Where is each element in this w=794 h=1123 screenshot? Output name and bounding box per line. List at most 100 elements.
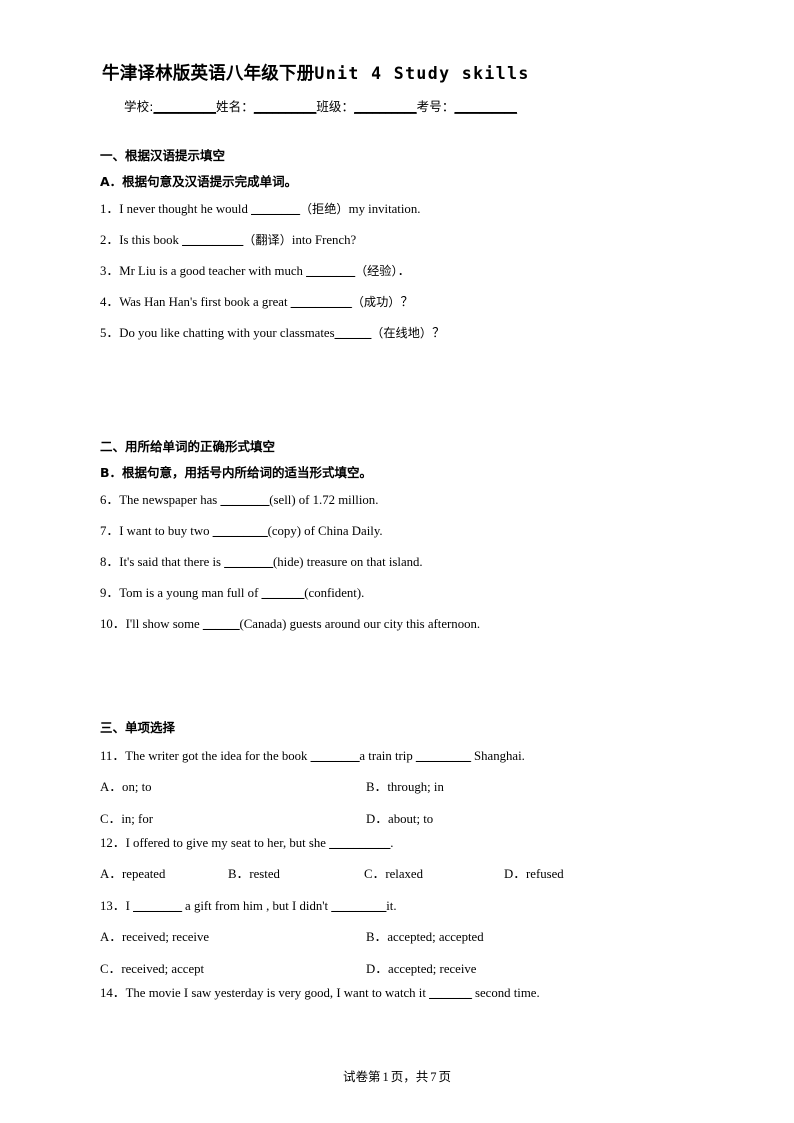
answer-blank[interactable]: __________ (182, 233, 243, 247)
footer-middle: 页，共 (390, 1069, 429, 1084)
question-number: 14． (100, 986, 126, 1000)
word-hint: (Canada) (239, 617, 287, 631)
question-text-tail: second time. (471, 986, 540, 1000)
question-text-tail: ？ (432, 326, 445, 340)
option-d[interactable]: D．refused (504, 866, 564, 883)
answer-blank-1[interactable]: __________ (329, 836, 390, 850)
question-text-mid: a gift from him , but I didn't (181, 899, 332, 913)
question-number: 4． (100, 295, 120, 309)
word-hint: (sell) (269, 493, 296, 507)
question-text: I want to buy two (119, 524, 213, 538)
question-text-tail: guests around our city this afternoon. (286, 617, 481, 631)
answer-blank[interactable]: ________ (251, 202, 300, 216)
question-text-tail: of 1.72 million. (295, 493, 379, 507)
question-text-tail: my invitation. (348, 202, 421, 216)
question-12: 12．I offered to give my seat to her, but… (96, 835, 698, 852)
exam-number-blank[interactable]: __________ (454, 99, 517, 114)
option-text: accepted; receive (388, 962, 477, 976)
option-text: rested (249, 867, 280, 881)
option-key: B． (228, 867, 250, 881)
answer-blank[interactable]: ________ (224, 555, 273, 569)
question-number: 3． (100, 264, 120, 278)
question-text-mid: a train trip (359, 749, 416, 763)
question-6: 6．The newspaper has ________(sell) of 1.… (96, 492, 698, 509)
answer-blank[interactable]: _________ (213, 524, 268, 538)
answer-blank[interactable]: __________ (291, 295, 352, 309)
class-blank[interactable]: __________ (354, 99, 417, 114)
question-number: 6． (100, 493, 120, 507)
option-b[interactable]: B．rested (228, 866, 280, 883)
question-text: It's said that there is (119, 555, 225, 569)
option-key: A． (100, 867, 123, 881)
answer-blank[interactable]: ______ (203, 617, 240, 631)
question-number: 1． (100, 202, 120, 216)
option-c[interactable]: C．relaxed (364, 866, 423, 883)
question-8: 8．It's said that there is ________(hide)… (96, 554, 698, 571)
answer-blank-2[interactable]: _________ (331, 899, 386, 913)
question-text: The newspaper has (119, 493, 221, 507)
name-blank[interactable]: __________ (254, 99, 317, 114)
exam-number-label: 考号： (416, 99, 455, 114)
answer-blank-1[interactable]: ________ (311, 749, 360, 763)
option-text: relaxed (385, 867, 423, 881)
option-a[interactable]: A．received; receive (100, 929, 209, 946)
question-text: Do you like chatting with your classmate… (119, 326, 335, 340)
option-a[interactable]: A．repeated (100, 866, 165, 883)
answer-blank[interactable]: ______ (335, 326, 372, 340)
question-number: 5． (100, 326, 120, 340)
answer-blank[interactable]: ________ (220, 493, 269, 507)
option-c[interactable]: C．received; accept (100, 961, 204, 978)
option-key: C． (100, 812, 122, 826)
footer-prefix: 试卷第 (342, 1069, 381, 1084)
answer-blank-1[interactable]: ________ (133, 899, 182, 913)
option-text: refused (526, 867, 564, 881)
question-text: I never thought he would (119, 202, 252, 216)
question-text-tail: . (361, 586, 365, 600)
section-heading-3: 三、单项选择 (100, 720, 176, 735)
answer-blank[interactable]: ________ (306, 264, 355, 278)
option-key: B． (366, 930, 388, 944)
word-hint: (copy) (267, 524, 301, 538)
question-3: 3．Mr Liu is a good teacher with much ___… (96, 263, 698, 280)
footer-suffix: 页 (438, 1069, 452, 1084)
question-text: Was Han Han's first book a great (119, 295, 291, 309)
option-a[interactable]: A．on; to (100, 779, 152, 796)
option-text: in; for (121, 812, 153, 826)
question-number: 7． (100, 524, 120, 538)
question-text-tail: ？ (400, 295, 414, 309)
question-text: I'll show some (125, 617, 203, 631)
school-blank[interactable]: __________ (154, 99, 217, 114)
chinese-hint: （拒绝） (299, 202, 349, 216)
option-key: D． (504, 867, 527, 881)
option-key: C． (100, 962, 122, 976)
class-label: 班级： (316, 99, 355, 114)
question-number: 8． (100, 555, 120, 569)
option-b[interactable]: B．accepted; accepted (366, 929, 484, 946)
answer-blank[interactable]: _______ (262, 586, 305, 600)
chinese-hint: （经验） (354, 264, 398, 278)
question-text-tail: of China Daily. (300, 524, 383, 538)
question-text-tail: it. (386, 899, 397, 913)
question-text-tail: Shanghai. (470, 749, 525, 763)
options-question-11: A．on; to B．through; in C．in; for D．about… (96, 779, 698, 826)
word-hint: (confident) (304, 586, 362, 600)
question-number: 11． (100, 749, 126, 763)
option-c[interactable]: C．in; for (100, 811, 153, 828)
option-b[interactable]: B．through; in (366, 779, 444, 796)
question-text-tail: ． (397, 264, 411, 278)
option-text: through; in (387, 780, 444, 794)
question-14: 14．The movie I saw yesterday is very goo… (96, 985, 698, 1002)
answer-blank-1[interactable]: _______ (429, 986, 472, 1000)
option-d[interactable]: D．accepted; receive (366, 961, 477, 978)
option-key: D． (366, 962, 389, 976)
word-hint: (hide) (273, 555, 304, 569)
question-text: Tom is a young man full of (119, 586, 262, 600)
question-text-tail: into French? (291, 233, 357, 247)
page-footer: 试卷第 1 页，共 7 页 (0, 1068, 794, 1086)
option-key: A． (100, 930, 123, 944)
question-text-tail: . (390, 836, 394, 850)
option-d[interactable]: D．about; to (366, 811, 433, 828)
chinese-hint: （成功） (351, 295, 401, 309)
question-13: 13．I ________ a gift from him , but I di… (96, 898, 698, 915)
answer-blank-2[interactable]: _________ (416, 749, 471, 763)
